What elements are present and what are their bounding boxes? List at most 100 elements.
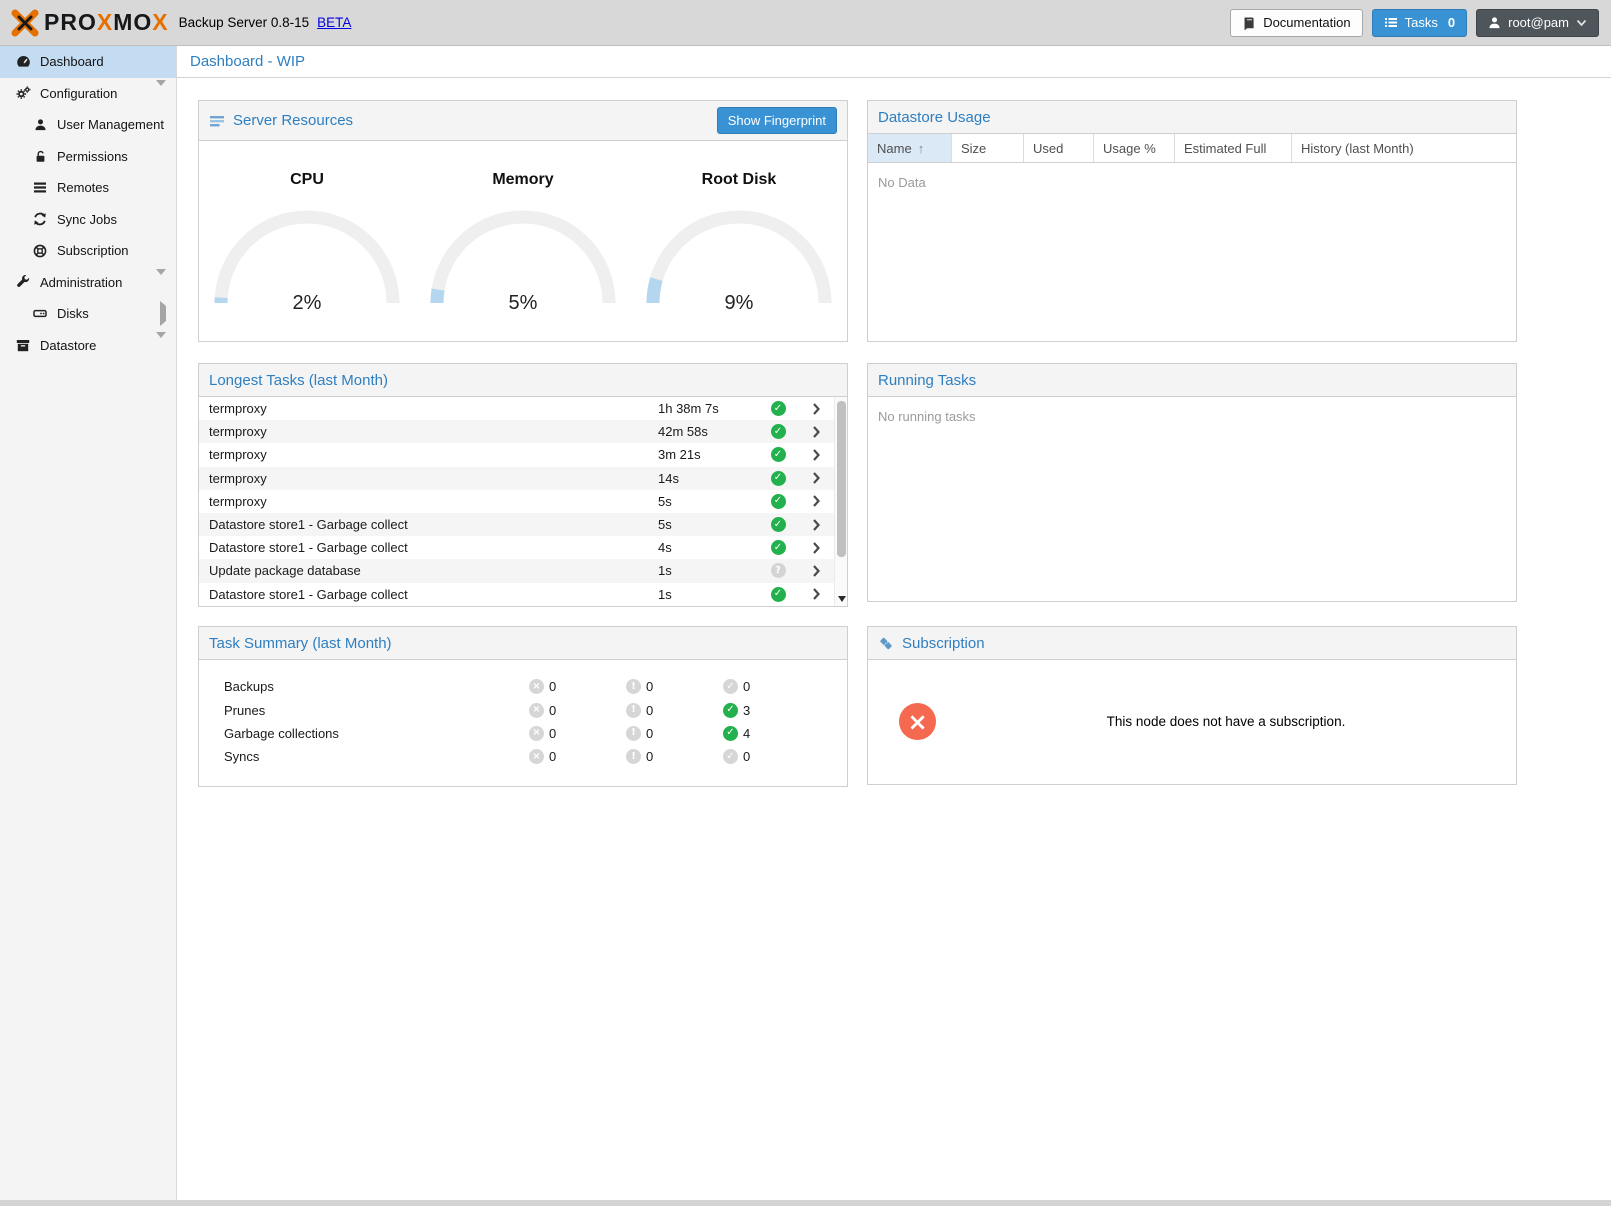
server-resources-panel: Server Resources Show Fingerprint CPU 2%… [198,100,848,342]
beta-link[interactable]: BETA [317,15,351,30]
wrench-icon [13,275,33,289]
server-resources-title: Server Resources [233,112,353,129]
ok-count-icon: ✓ [723,726,738,741]
cpu-gauge: CPU 2% [199,141,415,341]
user-icon [1488,16,1501,29]
datastore-expander-icon[interactable] [156,338,166,353]
chevron-right-icon[interactable] [798,495,834,507]
sidebar-item-permissions[interactable]: Permissions [0,141,176,173]
sidebar-item-configuration[interactable]: Configuration [0,78,176,110]
chevron-right-icon[interactable] [798,472,834,484]
datastore-empty-text: No Data [868,163,1516,202]
product-version: Backup Server 0.8-15 [179,15,310,30]
subscription-message: This node does not have a subscription. [936,714,1516,729]
tasks-button[interactable]: Tasks 0 [1372,9,1467,37]
archive-box-icon [13,339,33,352]
datastore-table-header: Name ↑ Size Used Usage % Estimated Full … [868,134,1516,163]
column-header-size[interactable]: Size [952,134,1024,162]
disks-expander-icon[interactable] [160,306,166,321]
column-header-name[interactable]: Name ↑ [868,134,952,162]
task-status-icon: ✓ [771,517,786,532]
show-fingerprint-button[interactable]: Show Fingerprint [717,107,837,134]
column-header-used[interactable]: Used [1024,134,1094,162]
sidebar: Dashboard Configuration User Management … [0,46,177,1200]
resources-bars-icon [209,114,225,128]
error-count-icon: × [529,749,544,764]
task-status-icon: ✓ [771,471,786,486]
chevron-right-icon[interactable] [798,449,834,461]
task-summary-table: Backups ×0 !0 ✓0 Prunes ×0 !0 ✓3 Garbage… [199,660,847,769]
dashboard-gauge-icon [13,55,33,68]
ticket-icon [878,636,894,651]
chevron-right-icon[interactable] [798,542,834,554]
scrollbar-thumb[interactable] [837,401,846,557]
sidebar-item-remotes[interactable]: Remotes [0,172,176,204]
column-header-history[interactable]: History (last Month) [1292,134,1516,162]
chevron-right-icon[interactable] [798,426,834,438]
warning-count-icon: ! [626,703,641,718]
sidebar-item-administration[interactable]: Administration [0,267,176,299]
longest-tasks-list: termproxy 1h 38m 7s ✓ termproxy 42m 58s … [199,397,834,606]
window-bottom-edge [0,1200,1611,1206]
task-row[interactable]: Datastore store1 - Garbage collect 5s ✓ [199,513,834,536]
column-header-usage-pct[interactable]: Usage % [1094,134,1175,162]
sync-refresh-icon [30,212,50,226]
user-menu-button[interactable]: root@pam [1476,9,1599,37]
sort-up-icon: ↑ [918,141,925,156]
task-row[interactable]: termproxy 1h 38m 7s ✓ [199,397,834,420]
task-row[interactable]: Datastore store1 - Garbage collect 4s ✓ [199,536,834,559]
task-row[interactable]: termproxy 3m 21s ✓ [199,443,834,466]
page-title: Dashboard - WIP [190,53,305,70]
sidebar-item-dashboard[interactable]: Dashboard [0,46,176,78]
task-status-icon: ? [771,563,786,578]
configuration-expander-icon[interactable] [156,86,166,101]
error-count-icon: × [529,726,544,741]
chevron-right-icon[interactable] [798,519,834,531]
summary-row-prunes: Prunes ×0 !0 ✓3 [199,698,847,721]
task-summary-panel: Task Summary (last Month) Backups ×0 !0 … [198,626,848,787]
user-icon [30,118,50,131]
running-tasks-empty-text: No running tasks [868,397,1516,436]
datastore-usage-title: Datastore Usage [878,109,991,126]
chevron-right-icon[interactable] [798,588,834,600]
error-count-icon: × [529,703,544,718]
administration-expander-icon[interactable] [156,275,166,290]
sidebar-item-subscription[interactable]: Subscription [0,235,176,267]
sidebar-item-disks[interactable]: Disks [0,298,176,330]
chevron-right-icon[interactable] [798,565,834,577]
task-row[interactable]: Datastore store1 - Garbage collect 1s ✓ [199,583,834,606]
life-ring-icon [30,244,50,258]
hard-disk-icon [30,307,50,320]
task-row[interactable]: termproxy 5s ✓ [199,490,834,513]
summary-row-syncs: Syncs ×0 !0 ✓0 [199,745,847,768]
brand-wordmark: PROXMOX [44,9,169,36]
sidebar-item-sync-jobs[interactable]: Sync Jobs [0,204,176,236]
subscription-title: Subscription [902,635,985,652]
longest-tasks-panel: Longest Tasks (last Month) termproxy 1h … [198,363,848,607]
subscription-panel: Subscription × This node does not have a… [867,626,1517,785]
vertical-scrollbar[interactable] [834,397,847,606]
tasks-count-badge: 0 [1448,15,1455,30]
sidebar-item-user-management[interactable]: User Management [0,109,176,141]
column-header-estimated-full[interactable]: Estimated Full [1175,134,1292,162]
proxmox-logo: PROXMOX [10,8,169,38]
gauges: CPU 2% Memory 5% Root Disk [199,141,847,341]
sidebar-item-datastore[interactable]: Datastore [0,330,176,362]
task-status-icon: ✓ [771,540,786,555]
unlock-icon [30,150,50,163]
scrollbar-down-arrow-icon[interactable] [838,596,846,602]
server-bars-icon [30,181,50,194]
task-row[interactable]: termproxy 14s ✓ [199,467,834,490]
chevron-right-icon[interactable] [798,403,834,415]
task-list-icon [1384,16,1398,29]
task-row[interactable]: termproxy 42m 58s ✓ [199,420,834,443]
task-status-icon: ✓ [771,494,786,509]
task-row[interactable]: Update package database 1s ? [199,559,834,582]
page-header: Dashboard - WIP [177,46,1611,78]
memory-gauge: Memory 5% [415,141,631,341]
documentation-button[interactable]: Documentation [1230,9,1362,37]
running-tasks-panel: Running Tasks No running tasks [867,363,1517,602]
task-summary-title: Task Summary (last Month) [209,635,392,652]
task-status-icon: ✓ [771,587,786,602]
no-subscription-error-icon: × [899,703,936,740]
